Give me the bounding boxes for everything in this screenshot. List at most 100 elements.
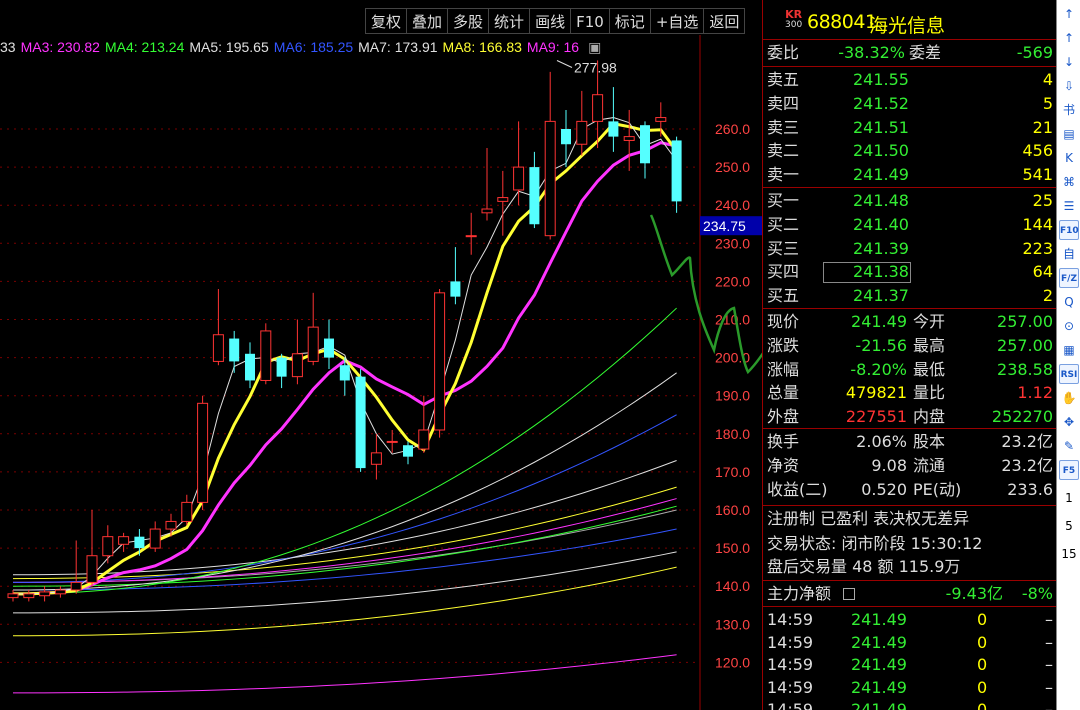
divider [763,66,1056,67]
toolbar-button-7[interactable]: +自选 [649,8,704,34]
toolbar-button-6[interactable]: 标记 [608,8,650,34]
toolbar-button-8[interactable]: 返回 [703,8,746,34]
toolbar-button-1[interactable]: 叠加 [406,8,448,34]
bid-price: 241.39 [853,238,909,258]
candle-body [7,593,19,599]
chart-icon[interactable]: ⌘ [1059,172,1079,192]
quote-row: 现价 241.49 今开 257.00 [763,310,1056,334]
stock-tags: 注册制 已盈利 表决权无差异 [767,509,970,528]
ma-legend-item: MA3: 230.82 [20,39,100,55]
period-5-icon[interactable]: 15 [1059,544,1079,564]
price-tick-label: 220.0 [715,273,750,289]
tick-flag: – [1045,700,1053,710]
scroll-up-icon[interactable]: ↑ [1059,4,1079,24]
candle-body [260,330,272,381]
ma-legend-item: 33 [0,39,16,55]
candle-icon[interactable]: ☰ [1059,196,1079,216]
quote-label: 总量 [767,383,800,403]
rsi-icon[interactable]: ✋ [1059,388,1079,408]
tick-flag: – [1045,632,1053,652]
candle-body [181,501,193,522]
legend-toggle-icon[interactable]: ▣ [588,39,601,55]
candle-body [544,120,556,237]
ask-row: 卖四 241.52 5 [763,92,1056,116]
page-down-icon[interactable]: ⇩ [1059,76,1079,96]
book-icon[interactable]: 书 [1059,100,1079,120]
candle-body [197,402,209,503]
fund-value: 2.06% [856,432,907,451]
high-price-pointer [556,60,573,68]
price-tick-label: 130.0 [715,616,750,632]
self-select-icon[interactable]: F/Z [1059,268,1079,288]
toolbar-button-3[interactable]: 统计 [488,8,530,34]
divider [763,580,1056,581]
current-price-label: 234.75 [703,218,746,234]
tags-row: 注册制 已盈利 表决权无差异 [763,507,1056,531]
bid-label: 买二 [767,214,800,234]
ask-row: 卖三 241.51 21 [763,116,1056,140]
ma-legend-item: MA6: 185.25 [273,39,354,55]
quote-label: 涨幅 [767,359,800,379]
fz-icon[interactable]: Q [1059,292,1079,312]
ma-line [12,551,677,614]
move-icon[interactable]: ✎ [1059,436,1079,456]
candle-body [481,208,493,214]
toolbar-button-0[interactable]: 复权 [365,8,407,34]
tick-time: 14:59 [767,610,814,629]
ask-price: 241.52 [853,93,909,113]
pen-icon[interactable]: F5 [1059,460,1079,480]
divider [763,187,1056,188]
trade-state-row: 交易状态: 闭市阶段 15:30:12 [763,532,1056,556]
ma-line [12,486,677,580]
period-1-icon[interactable]: 5 [1059,516,1079,536]
bid-row: 买三 241.39 223 [763,237,1056,261]
quote-value: 479821 [845,383,907,403]
table-icon[interactable]: F10 [1059,220,1079,240]
price-tick-label: 140.0 [715,578,750,594]
fund-row: 净资 9.08 流通 23.2亿 [763,454,1056,478]
price-tick-label: 180.0 [715,426,750,442]
kline-chart-area[interactable]: 260.0 250.0 240.0 230.0 220.0 210.0 200.0 190.0… [0,0,762,710]
ask-price: 241.49 [853,165,909,185]
capital-detail-icon[interactable] [843,588,855,600]
candle-body [276,357,287,377]
grid-icon[interactable]: RSI [1059,364,1079,384]
quote-value: -21.56 [855,335,907,355]
tick-volume: 0 [977,610,988,629]
query-icon[interactable]: ⊙ [1059,316,1079,336]
ask-volume: 4 [1042,70,1053,89]
kline-chart[interactable]: 260.0250.0240.0230.0220.0210.0200.0190.0… [0,0,762,710]
toolbar-button-4[interactable]: 画线 [529,8,571,34]
ask-volume: 5 [1042,93,1053,113]
capital-pct: -8% [1021,584,1053,603]
toolbar-button-5[interactable]: F10 [570,8,609,34]
candle-body [102,536,114,557]
bid-volume: 25 [1032,191,1053,210]
down-arrow-icon[interactable]: ↓ [1059,52,1079,72]
hand-icon[interactable]: ✥ [1059,412,1079,432]
candle-body [434,292,446,431]
bid-row: 买五 241.37 2 [763,284,1056,308]
ask-label: 卖三 [767,117,800,137]
tick-volume: 0 [977,655,988,675]
page-up-icon[interactable]: ↑ [1059,28,1079,48]
kline-icon[interactable]: K [1059,148,1079,168]
bid-price: 241.40 [853,214,909,234]
chart-toolbar: 复权 叠加 多股 统计 画线 F10 标记 +自选 返回 [365,8,746,34]
commission-ratio-label: 委比 [767,43,800,62]
quote-row: 总量 479821 量比 1.12 [763,381,1056,405]
ask-price: 241.55 [853,70,909,89]
list-icon[interactable]: ▤ [1059,124,1079,144]
circle-icon[interactable]: ▦ [1059,340,1079,360]
price-tick-label: 260.0 [715,121,750,137]
toolbar-button-2[interactable]: 多股 [447,8,489,34]
fund-label: 收益(二) [767,479,828,499]
f10-icon[interactable]: 自 [1059,244,1079,264]
ma-line [12,372,677,591]
f5-icon[interactable]: 1 [1059,488,1079,508]
tick-time: 14:59 [767,677,814,697]
after-hours-volume: 盘后交易量 48 额 115.9万 [767,557,961,576]
candle-body [465,235,477,238]
quote-label: 最低 [913,359,946,379]
quote-value: 1.12 [1017,383,1053,403]
